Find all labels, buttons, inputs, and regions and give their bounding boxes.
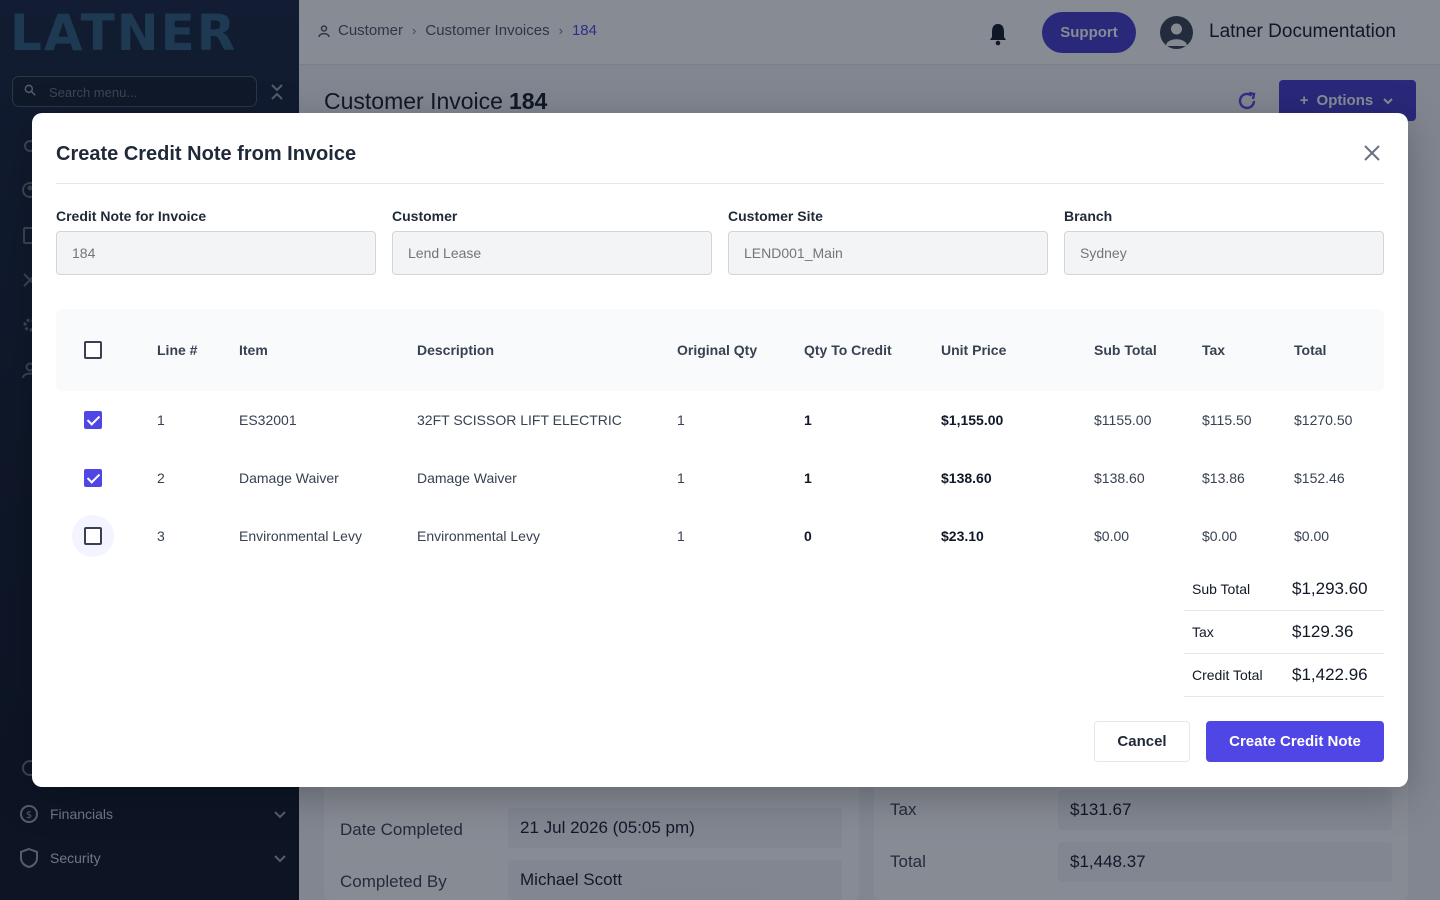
credit-note-modal: Create Credit Note from Invoice Credit N… (32, 113, 1408, 787)
field-label: Credit Note for Invoice (56, 208, 207, 224)
tax-label: Tax (1192, 624, 1214, 640)
totals-tax: Tax $129.36 (1184, 611, 1384, 654)
column-header: Tax (1202, 342, 1226, 358)
customer-site-input[interactable] (728, 231, 1048, 275)
field-customer-site: Customer Site (728, 208, 1048, 275)
cell-item: Damage Waiver (239, 470, 339, 486)
cell-unit-price: $23.10 (941, 528, 984, 544)
column-header: Total (1294, 342, 1327, 358)
cell-unit-price: $138.60 (941, 470, 992, 486)
select-all-cell (84, 309, 102, 391)
totals-sub-total: Sub Total $1,293.60 (1184, 568, 1384, 611)
row-checkbox[interactable] (84, 527, 102, 545)
cell-original-qty: 1 (677, 528, 685, 544)
column-header: Original Qty (677, 342, 758, 358)
cell-total: $0.00 (1294, 528, 1330, 544)
field-credit-note-invoice: Credit Note for Invoice (56, 208, 376, 275)
credit-total-label: Credit Total (1192, 667, 1263, 683)
modal-title: Create Credit Note from Invoice (56, 143, 357, 165)
cell-description: 32FT SCISSOR LIFT ELECTRIC (417, 412, 622, 428)
column-header: Description (417, 342, 495, 358)
column-header: Qty To Credit (804, 342, 892, 358)
cell-sub-total: $1155.00 (1094, 412, 1152, 428)
row-select-cell (72, 507, 114, 565)
row-select-cell (76, 391, 114, 449)
column-header: Unit Price (941, 342, 1007, 358)
row-checkbox-wrap (72, 399, 114, 441)
column-header: Item (239, 342, 268, 358)
cancel-button[interactable]: Cancel (1094, 721, 1190, 762)
cell-qty-to-credit: 1 (804, 470, 812, 486)
cell-total: $1270.50 (1294, 412, 1353, 428)
field-label: Branch (1064, 208, 1113, 224)
cell-item: Environmental Levy (239, 528, 362, 544)
cell-tax: $13.86 (1202, 470, 1245, 486)
sub-total-value: $1,293.60 (1292, 579, 1368, 598)
cell-sub-total: $0.00 (1094, 528, 1130, 544)
field-label: Customer Site (728, 208, 823, 224)
create-credit-note-button[interactable]: Create Credit Note (1206, 721, 1384, 762)
cell-original-qty: 1 (677, 412, 685, 428)
cell-line: 3 (157, 528, 165, 544)
cell-tax: $0.00 (1202, 528, 1238, 544)
sub-total-label: Sub Total (1192, 581, 1251, 597)
row-checkbox-wrap (72, 515, 114, 557)
cell-sub-total: $138.60 (1094, 470, 1145, 486)
table-row: 1 ES32001 32FT SCISSOR LIFT ELECTRIC 1 1 $1,1… (56, 391, 1384, 449)
cell-original-qty: 1 (677, 470, 685, 486)
row-checkbox[interactable] (84, 469, 102, 487)
customer-input[interactable] (392, 231, 712, 275)
totals-credit-total: Credit Total $1,422.96 (1184, 654, 1384, 697)
table-row: 2 Damage Waiver Damage Waiver 1 1 $138.60 $138… (56, 449, 1384, 507)
cell-qty-to-credit: 0 (804, 528, 812, 544)
cell-unit-price: $1,155.00 (941, 412, 1004, 428)
table-row: 3 Environmental Levy Environmental Levy 1 0 $… (56, 507, 1384, 565)
credit-lines-table: Line # Item Description Original Qty Qty… (56, 309, 1384, 565)
cell-qty-to-credit: 1 (804, 412, 812, 428)
credit-total-value: $1,422.96 (1292, 665, 1368, 684)
cell-total: $152.46 (1294, 470, 1345, 486)
select-all-checkbox[interactable] (84, 341, 102, 359)
row-checkbox-wrap (72, 457, 114, 499)
row-select-cell (76, 449, 114, 507)
cell-tax: $115.50 (1202, 412, 1252, 428)
close-icon[interactable] (1362, 143, 1382, 163)
cell-line: 1 (157, 412, 165, 428)
credit-totals: Sub Total $1,293.60 Tax $129.36 Credit T… (1184, 568, 1384, 697)
column-header: Sub Total (1094, 342, 1157, 358)
modal-divider (56, 183, 1384, 184)
tax-value: $129.36 (1292, 622, 1354, 641)
table-header: Line # Item Description Original Qty Qty… (56, 309, 1384, 391)
field-customer: Customer (392, 208, 712, 275)
column-header: Line # (157, 342, 198, 358)
cell-item: ES32001 (239, 412, 297, 428)
cell-line: 2 (157, 470, 165, 486)
credit-note-invoice-input[interactable] (56, 231, 376, 275)
row-checkbox[interactable] (84, 411, 102, 429)
field-branch: Branch (1064, 208, 1384, 275)
branch-input[interactable] (1064, 231, 1384, 275)
cell-description: Environmental Levy (417, 528, 540, 544)
field-label: Customer (392, 208, 458, 224)
cell-description: Damage Waiver (417, 470, 517, 486)
